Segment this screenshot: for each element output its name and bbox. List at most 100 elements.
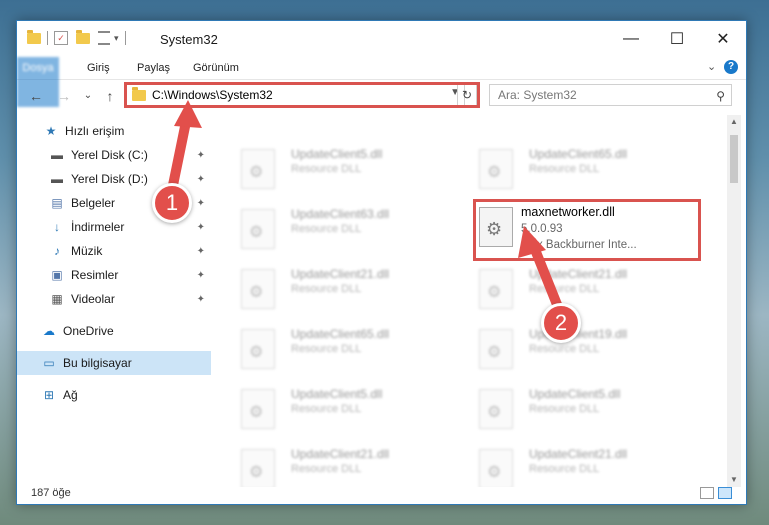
list-item[interactable]: UpdateClient5.dll Resource DLL [479, 385, 699, 435]
callout-badge-2: 2 [541, 303, 581, 343]
dll-file-icon [479, 449, 513, 487]
sidebar-item-network[interactable]: ⊞ Ağ [17, 383, 211, 407]
title-bar: ✓ ▾ System32 — ☐ ✕ [17, 21, 746, 57]
sidebar-item-videos[interactable]: ▦ Videolar ✦ [17, 287, 211, 311]
minimize-button[interactable]: — [608, 21, 654, 57]
computer-icon: ▭ [43, 356, 55, 370]
dll-file-icon [241, 329, 275, 369]
target-file-name: maxnetworker.dll [521, 205, 615, 219]
sidebar-item-pictures[interactable]: ▣ Resimler ✦ [17, 263, 211, 287]
separator [124, 31, 126, 45]
sidebar-item-label: Yerel Disk (C:) [71, 148, 148, 162]
sidebar-item-label: Yerel Disk (D:) [71, 172, 148, 186]
pin-icon[interactable]: ✦ [197, 150, 205, 161]
address-bar[interactable]: C:\Windows\System32 ▼ [126, 84, 465, 106]
sidebar-item-label: Ağ [63, 388, 78, 402]
close-button[interactable]: ✕ [700, 21, 746, 57]
separator [47, 31, 48, 45]
explorer-window: ✓ ▾ System32 — ☐ ✕ Dosya Giriş Paylaş Gö… [16, 20, 747, 505]
pin-icon[interactable]: ✦ [197, 294, 205, 305]
list-item[interactable]: UpdateClient65.dll Resource DLL [479, 145, 699, 195]
cloud-icon: ☁ [43, 324, 55, 338]
tab-view[interactable]: Görünüm [185, 57, 247, 79]
dll-file-icon [479, 329, 513, 369]
dll-file-icon [241, 209, 275, 249]
list-item[interactable]: UpdateClient19.dll Resource DLL [479, 325, 699, 375]
sidebar-item-label: Resimler [71, 268, 119, 282]
pin-icon[interactable]: ✦ [197, 246, 205, 257]
videos-icon: ▦ [51, 292, 63, 306]
vertical-scrollbar[interactable]: ▲ ▼ [727, 115, 741, 487]
sidebar-item-label: OneDrive [63, 324, 114, 338]
list-item[interactable]: UpdateClient65.dll Resource DLL [241, 325, 461, 375]
scroll-up-icon[interactable]: ▲ [727, 115, 741, 129]
navigation-pane: ★ Hızlı erişim ▬ Yerel Disk (C:) ✦ ▬ Yer… [17, 115, 211, 487]
tiles-view-icon[interactable] [718, 487, 732, 499]
pin-icon[interactable]: ✦ [197, 198, 205, 209]
forward-button[interactable]: → [55, 87, 73, 105]
recent-locations-button[interactable]: ⌄ [79, 87, 97, 105]
back-button[interactable]: ← [27, 87, 45, 105]
tab-share[interactable]: Paylaş [129, 57, 178, 79]
target-file-item[interactable]: maxnetworker.dll 5.0.0.93 Max Backburner… [479, 205, 699, 255]
sidebar-item-music[interactable]: ♪ Müzik ✦ [17, 239, 211, 263]
list-item[interactable]: UpdateClient21.dll Resource DLL [479, 445, 699, 487]
search-icon[interactable]: ⚲ [716, 86, 725, 106]
dll-file-icon [479, 269, 513, 309]
ribbon-tabs: Dosya Giriş Paylaş Görünüm ⌄ ? [17, 57, 746, 107]
music-icon: ♪ [54, 244, 60, 258]
pictures-icon: ▣ [51, 268, 63, 282]
dll-file-icon [479, 207, 513, 247]
up-button[interactable]: ↑ [101, 87, 119, 105]
navigation-bar: ← → ⌄ ↑ C:\Windows\System32 ▼ ↻ Ara: Sys… [17, 79, 746, 115]
quick-access-toolbar: ✓ ▾ [27, 29, 132, 47]
scroll-thumb[interactable] [730, 135, 738, 183]
target-file-version: 5.0.0.93 [521, 223, 563, 235]
pin-icon[interactable]: ✦ [197, 222, 205, 233]
ribbon-expand-icon[interactable]: ⌄ [707, 60, 716, 73]
details-view-icon[interactable] [700, 487, 714, 499]
status-bar: 187 öğe [17, 484, 746, 504]
window-title: System32 [160, 32, 218, 47]
new-folder-icon[interactable] [76, 29, 90, 44]
network-icon: ⊞ [43, 388, 55, 402]
documents-icon: ▤ [51, 196, 63, 210]
list-item[interactable]: UpdateClient63.dll Resource DLL [241, 205, 461, 255]
drive-icon: ▬ [51, 172, 63, 186]
dll-file-icon [479, 389, 513, 429]
file-list: UpdateClient5.dll Resource DLL UpdateCli… [211, 115, 731, 487]
sidebar-item-disk-c[interactable]: ▬ Yerel Disk (C:) ✦ [17, 143, 211, 167]
sidebar-item-onedrive[interactable]: ☁ OneDrive [17, 319, 211, 343]
star-icon: ★ [45, 124, 57, 138]
sidebar-item-label: Hızlı erişim [65, 124, 125, 138]
dll-file-icon [241, 149, 275, 189]
properties-icon[interactable]: ✓ [54, 31, 68, 45]
sidebar-item-label: Bu bilgisayar [63, 356, 132, 370]
target-file-company: Max Backburner Inte... [521, 239, 637, 251]
drive-icon: ▬ [51, 148, 63, 162]
sidebar-item-this-pc[interactable]: ▭ Bu bilgisayar [17, 351, 211, 375]
tab-home[interactable]: Giriş [79, 57, 118, 79]
sidebar-item-label: Müzik [71, 244, 103, 258]
sidebar-item-quick-access[interactable]: ★ Hızlı erişim [17, 119, 211, 143]
pin-icon[interactable]: ✦ [197, 270, 205, 281]
search-placeholder: Ara: System32 [498, 88, 577, 102]
list-item[interactable]: UpdateClient5.dll Resource DLL [241, 145, 461, 195]
list-item[interactable]: UpdateClient5.dll Resource DLL [241, 385, 461, 435]
help-icon[interactable]: ? [724, 60, 738, 74]
customize-icon[interactable] [98, 31, 110, 45]
refresh-button[interactable]: ↻ [457, 84, 477, 106]
sidebar-item-label: İndirmeler [71, 220, 125, 234]
folder-icon [132, 86, 146, 101]
pin-icon[interactable]: ✦ [197, 174, 205, 185]
dropdown-icon[interactable]: ▾ [114, 33, 119, 44]
list-item[interactable]: UpdateClient21.dll Resource DLL [479, 265, 699, 315]
item-count: 187 öğe [31, 487, 71, 499]
dll-file-icon [241, 389, 275, 429]
list-item[interactable]: UpdateClient21.dll Resource DLL [241, 265, 461, 315]
folder-icon[interactable] [27, 29, 41, 44]
maximize-button[interactable]: ☐ [654, 21, 700, 57]
dll-file-icon [241, 449, 275, 487]
search-input[interactable]: Ara: System32 ⚲ [489, 84, 732, 106]
list-item[interactable]: UpdateClient21.dll Resource DLL [241, 445, 461, 487]
